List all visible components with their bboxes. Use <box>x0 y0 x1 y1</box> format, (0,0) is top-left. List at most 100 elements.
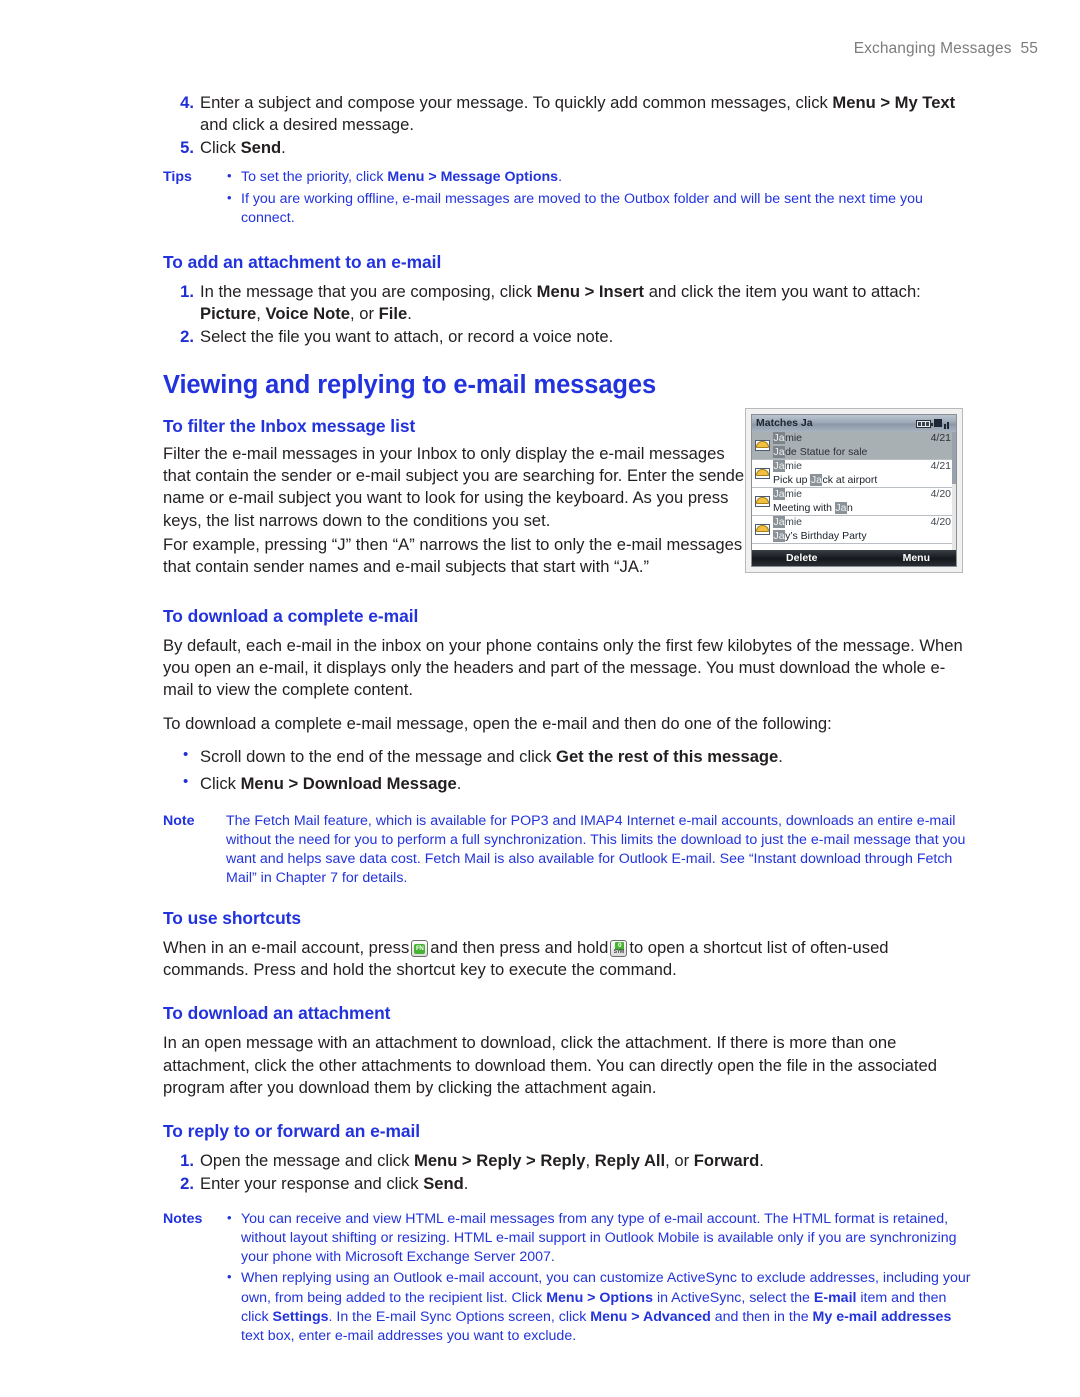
list-item: • You can receive and view HTML e-mail m… <box>226 1210 973 1267</box>
heading-add-attachment: To add an attachment to an e-mail <box>163 251 442 272</box>
softkey-delete[interactable]: Delete <box>786 552 818 564</box>
phone-title: Matches Ja <box>756 417 813 430</box>
bullet-icon: • <box>227 189 232 205</box>
step-text: Open the message and click Menu > Reply … <box>200 1150 764 1170</box>
download-paragraph-1: By default, each e-mail in the inbox on … <box>163 635 963 700</box>
envelope-icon <box>752 516 773 543</box>
notes-list: • You can receive and view HTML e-mail m… <box>226 1210 973 1346</box>
shortcuts-text-part-1: When in an e-mail account, press <box>163 938 410 958</box>
step-text: Click Send. <box>200 138 286 158</box>
download-bullet-list: • Scroll down to the end of the message … <box>163 746 973 795</box>
step-text: Select the file you want to attach, or r… <box>200 326 614 346</box>
phone-screenshot-figure: Matches Ja Jamie 4/21 Jade Statue for sa… <box>745 408 963 573</box>
note-label: Note <box>163 812 195 829</box>
step-number: 4. <box>180 93 194 112</box>
notes-label: Notes <box>163 1211 203 1228</box>
bullet-icon: • <box>183 772 189 790</box>
running-header-title: Exchanging Messages <box>853 40 1012 57</box>
list-item: • Scroll down to the end of the message … <box>163 746 973 768</box>
message-subject: Jade Statue for sale <box>773 445 868 458</box>
shortcuts-text-part-2: and then press and hold <box>430 938 609 958</box>
phone-message-row[interactable]: Jamie 4/21 Pick up Jack at airport <box>752 460 956 488</box>
note-text: When replying using an Outlook e-mail ac… <box>241 1270 971 1344</box>
step-number: 1. <box>180 281 194 301</box>
document-page: Exchanging Messages 55 4. Enter a subject… <box>0 0 1080 1397</box>
message-date: 4/20 <box>930 488 951 501</box>
step-text: In the message that you are composing, c… <box>200 281 921 323</box>
envelope-icon <box>752 488 773 515</box>
sym-key-icon: 0 SYM <box>610 940 628 958</box>
reply-steps-list: 1. Open the message and click Menu > Rep… <box>163 1150 973 1195</box>
list-item: • To set the priority, click Menu > Mess… <box>226 168 973 187</box>
tips-label: Tips <box>163 169 192 186</box>
bullet-icon: • <box>183 745 189 763</box>
message-sender: Jamie <box>773 516 803 529</box>
fn-key-icon: FN <box>411 940 429 958</box>
message-date: 4/21 <box>930 432 951 445</box>
attachment-download-paragraph: In an open message with an attachment to… <box>163 1033 937 1097</box>
envelope-icon <box>752 460 773 487</box>
list-item: 1. In the message that you are composing… <box>163 281 973 325</box>
heading-download-attachment: To download an attachment <box>163 1003 391 1024</box>
phone-softkey-bar: Delete Menu <box>752 550 956 566</box>
message-sender: Jamie <box>773 488 803 501</box>
phone-title-bar: Matches Ja <box>752 415 956 432</box>
list-item: 1. Open the message and click Menu > Rep… <box>163 1150 973 1172</box>
softkey-menu[interactable]: Menu <box>903 552 930 564</box>
tip-text: To set the priority, click Menu > Messag… <box>241 169 563 186</box>
content-column: 4. Enter a subject and compose your mess… <box>163 92 973 1348</box>
message-subject: Meeting with Jan <box>773 501 853 514</box>
envelope-icon <box>752 432 773 459</box>
message-subject: Jay’s Birthday Party <box>773 529 867 542</box>
list-item: • If you are working offline, e-mail mes… <box>226 190 973 228</box>
running-header: Exchanging Messages 55 <box>854 40 1038 58</box>
list-item: • When replying using an Outlook e-mail … <box>226 1269 973 1345</box>
list-item: 5. Click Send. <box>163 137 973 159</box>
step-number: 2. <box>180 1174 194 1194</box>
tips-list: • To set the priority, click Menu > Mess… <box>226 168 973 227</box>
note-text: The Fetch Mail feature, which is availab… <box>226 812 966 887</box>
attachment-steps-list: 1. In the message that you are composing… <box>163 281 973 348</box>
sym-key-bottom-label: SYM <box>613 949 624 956</box>
step-text: Enter your response and click Send. <box>200 1174 469 1194</box>
bullet-icon: • <box>227 1269 232 1285</box>
steps-top-list: 4. Enter a subject and compose your mess… <box>163 92 973 159</box>
tip-text: If you are working offline, e-mail messa… <box>241 190 923 226</box>
bullet-text: Click Menu > Download Message. <box>200 773 462 793</box>
message-date: 4/21 <box>930 460 951 473</box>
heading-reply-forward: To reply to or forward an e-mail <box>163 1120 421 1141</box>
heading-download-complete-email: To download a complete e-mail <box>163 605 419 626</box>
scrollbar[interactable] <box>952 432 956 550</box>
message-date: 4/20 <box>930 516 951 529</box>
list-item: 2. Select the file you want to attach, o… <box>163 326 973 348</box>
phone-message-row[interactable]: Jamie 4/20 Meeting with Jan <box>752 488 956 516</box>
heading-viewing-replying: Viewing and replying to e-mail messages <box>163 371 657 400</box>
phone-message-row[interactable]: Jamie 4/20 Jay’s Birthday Party <box>752 516 956 544</box>
note-text: You can receive and view HTML e-mail mes… <box>241 1211 957 1266</box>
bullet-icon: • <box>227 1210 232 1226</box>
phone-status-icons <box>916 418 952 429</box>
step-text: Enter a subject and compose your message… <box>200 93 956 135</box>
filter-paragraph-2: For example, pressing “J” then “A” narro… <box>163 534 743 576</box>
tips-block: Tips • To set the priority, click Menu >… <box>163 168 973 227</box>
notes-block: Notes • You can receive and view HTML e-… <box>163 1210 973 1346</box>
page-number: 55 <box>1020 40 1038 57</box>
list-item: 4. Enter a subject and compose your mess… <box>163 92 973 136</box>
phone-message-row[interactable]: Jamie 4/21 Jade Statue for sale <box>752 432 956 460</box>
list-item: 2. Enter your response and click Send. <box>163 1173 973 1195</box>
signal-icon <box>934 418 952 429</box>
step-number: 5. <box>180 138 194 158</box>
step-number: 1. <box>180 1150 194 1170</box>
message-subject: Pick up Jack at airport <box>773 473 878 486</box>
fn-key-label: FN <box>414 943 426 954</box>
download-paragraph-2: To download a complete e-mail message, o… <box>163 714 832 734</box>
step-number: 2. <box>180 326 194 346</box>
shortcuts-paragraph: When in an e-mail account, press FN and th… <box>163 937 973 981</box>
note-block: Note The Fetch Mail feature, which is av… <box>163 812 973 888</box>
message-sender: Jamie <box>773 460 803 473</box>
heading-use-shortcuts: To use shortcuts <box>163 908 302 929</box>
message-sender: Jamie <box>773 432 803 445</box>
phone-message-list: Jamie 4/21 Jade Statue for sale Jamie 4/… <box>752 432 956 550</box>
bullet-icon: • <box>227 168 232 184</box>
list-item: • Click Menu > Download Message. <box>163 773 973 795</box>
